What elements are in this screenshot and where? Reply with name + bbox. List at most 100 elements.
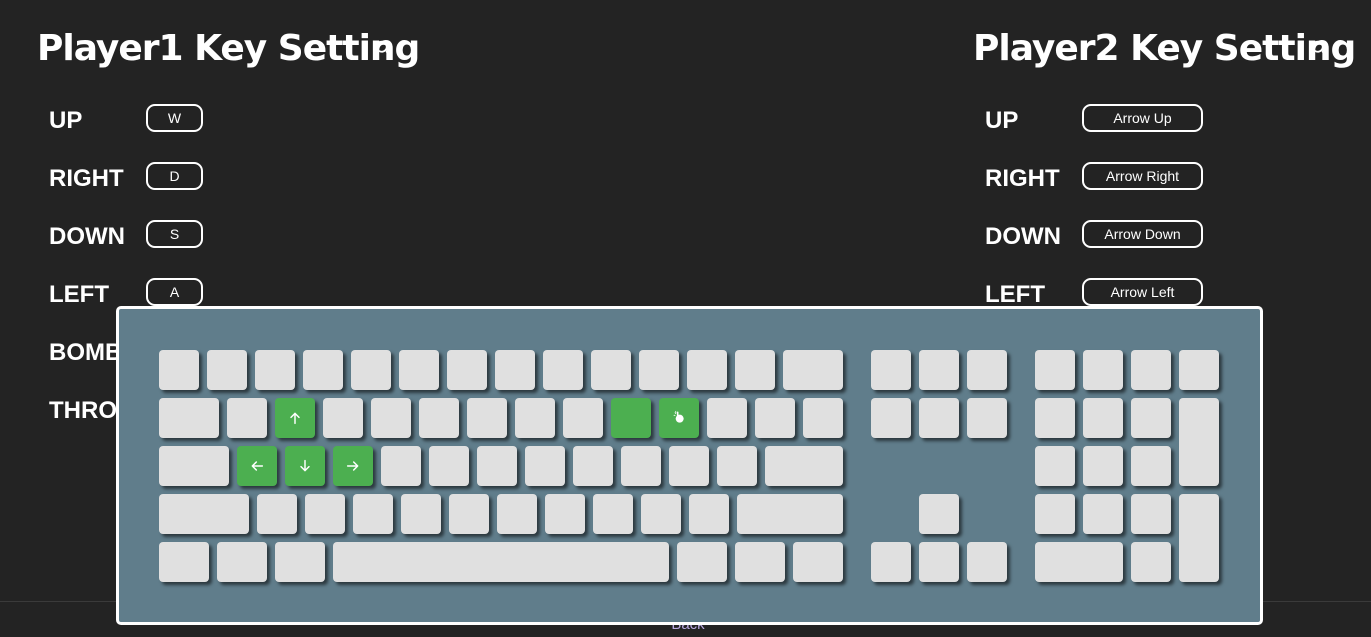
keyboard-key-o[interactable]	[611, 398, 651, 438]
keyboard-key-0[interactable]	[639, 350, 679, 390]
keyboard-key-j[interactable]	[525, 446, 565, 486]
keyboard-key-e[interactable]	[323, 398, 363, 438]
keyboard-key-metal[interactable]	[275, 542, 325, 582]
keyboard-key-y[interactable]	[467, 398, 507, 438]
keyboard-key-1[interactable]	[207, 350, 247, 390]
search-icon[interactable]	[373, 38, 395, 60]
keyboard-key-num5[interactable]	[1083, 398, 1123, 438]
keyboard-key-num4[interactable]	[1035, 398, 1075, 438]
keyboard-key-r[interactable]	[371, 398, 411, 438]
keyboard-key-sym[interactable]	[735, 350, 775, 390]
keyboard-key-esc[interactable]	[159, 350, 199, 390]
keyboard-key-nav9[interactable]	[967, 542, 1007, 582]
arrow-down-icon	[300, 459, 310, 472]
keyboard-key-s[interactable]	[285, 446, 325, 486]
key-binding-button[interactable]: Arrow Up	[1082, 104, 1203, 132]
keyboard-key-p[interactable]	[659, 398, 699, 438]
key-binding-button[interactable]: W	[146, 104, 203, 132]
keyboard-key-m[interactable]	[545, 494, 585, 534]
keyboard-key-shiftl[interactable]	[159, 494, 249, 534]
keyboard-key-num14[interactable]	[1179, 494, 1219, 582]
keyboard-key-sym[interactable]	[593, 494, 633, 534]
keyboard-key-sym[interactable]	[803, 398, 843, 438]
keyboard-key-sym[interactable]	[755, 398, 795, 438]
key-binding-button[interactable]: D	[146, 162, 203, 190]
keyboard-key-x[interactable]	[305, 494, 345, 534]
keyboard-key-num9[interactable]	[1083, 446, 1123, 486]
keyboard-key-d[interactable]	[333, 446, 373, 486]
keyboard-key-nav6[interactable]	[919, 494, 959, 534]
keyboard-key-sym[interactable]	[717, 446, 757, 486]
keyboard-key-nav7[interactable]	[871, 542, 911, 582]
keyboard-key-l[interactable]	[621, 446, 661, 486]
keyboard-key-caps[interactable]	[159, 446, 229, 486]
keyboard-key-h[interactable]	[477, 446, 517, 486]
key-binding-button[interactable]: A	[146, 278, 203, 306]
keyboard-key-space[interactable]	[333, 542, 669, 582]
keyboard-key-c[interactable]	[353, 494, 393, 534]
keyboard-key-w[interactable]	[275, 398, 315, 438]
keyboard-key-nav4[interactable]	[919, 398, 959, 438]
keyboard-key-sym[interactable]	[669, 446, 709, 486]
keyboard-key-sym[interactable]	[707, 398, 747, 438]
keyboard-key-3[interactable]	[303, 350, 343, 390]
keyboard-key-z[interactable]	[257, 494, 297, 534]
keyboard-key-g[interactable]	[429, 446, 469, 486]
keyboard-key-num11[interactable]	[1035, 494, 1075, 534]
row-label: RIGHT	[985, 165, 1060, 192]
keyboard-key-num13[interactable]	[1131, 494, 1171, 534]
keyboard-key-5[interactable]	[399, 350, 439, 390]
keyboard-key-num1[interactable]	[1083, 350, 1123, 390]
keyboard-key-i[interactable]	[563, 398, 603, 438]
keyboard-key-f[interactable]	[381, 446, 421, 486]
keyboard-key-num10[interactable]	[1131, 446, 1171, 486]
keyboard-key-ctrll[interactable]	[159, 542, 209, 582]
keyboard-key-q[interactable]	[227, 398, 267, 438]
keyboard-key-v[interactable]	[401, 494, 441, 534]
keyboard-key-num12[interactable]	[1083, 494, 1123, 534]
keyboard-key-sym[interactable]	[687, 350, 727, 390]
keyboard-key-ctrlr[interactable]	[793, 542, 843, 582]
keyboard-key-altr[interactable]	[677, 542, 727, 582]
keyboard-key-a[interactable]	[237, 446, 277, 486]
keyboard-key-sym[interactable]	[689, 494, 729, 534]
keyboard-key-num15[interactable]	[1035, 542, 1123, 582]
keyboard-key-metar[interactable]	[735, 542, 785, 582]
keyboard-key-enter[interactable]	[765, 446, 843, 486]
keyboard-key-sym[interactable]	[641, 494, 681, 534]
player2-title: Player2 Key Setting	[973, 28, 1356, 69]
keyboard-key-8[interactable]	[543, 350, 583, 390]
keyboard-key-num3[interactable]	[1179, 350, 1219, 390]
keyboard-key-9[interactable]	[591, 350, 631, 390]
keyboard-key-nav2[interactable]	[967, 350, 1007, 390]
keyboard-key-nav5[interactable]	[967, 398, 1007, 438]
key-binding-button[interactable]: S	[146, 220, 203, 248]
keyboard-key-t[interactable]	[419, 398, 459, 438]
keyboard-key-k[interactable]	[573, 446, 613, 486]
key-binding-button[interactable]: Arrow Left	[1082, 278, 1203, 306]
keyboard-key-4[interactable]	[351, 350, 391, 390]
keyboard-key-altl[interactable]	[217, 542, 267, 582]
keyboard-key-b[interactable]	[449, 494, 489, 534]
keyboard-key-num6[interactable]	[1131, 398, 1171, 438]
keyboard-key-nav0[interactable]	[871, 350, 911, 390]
keyboard-key-nav1[interactable]	[919, 350, 959, 390]
keyboard-key-num2[interactable]	[1131, 350, 1171, 390]
keyboard-key-num7[interactable]	[1179, 398, 1219, 486]
search-icon[interactable]	[1309, 38, 1331, 60]
keyboard-key-backspace[interactable]	[783, 350, 843, 390]
keyboard-key-tab[interactable]	[159, 398, 219, 438]
keyboard-key-num8[interactable]	[1035, 446, 1075, 486]
keyboard-key-u[interactable]	[515, 398, 555, 438]
keyboard-key-num16[interactable]	[1131, 542, 1171, 582]
keyboard-key-nav8[interactable]	[919, 542, 959, 582]
keyboard-key-num0[interactable]	[1035, 350, 1075, 390]
keyboard-key-n[interactable]	[497, 494, 537, 534]
keyboard-key-7[interactable]	[495, 350, 535, 390]
keyboard-key-shiftr[interactable]	[737, 494, 843, 534]
keyboard-key-6[interactable]	[447, 350, 487, 390]
keyboard-key-nav3[interactable]	[871, 398, 911, 438]
keyboard-key-2[interactable]	[255, 350, 295, 390]
key-binding-button[interactable]: Arrow Down	[1082, 220, 1203, 248]
key-binding-button[interactable]: Arrow Right	[1082, 162, 1203, 190]
